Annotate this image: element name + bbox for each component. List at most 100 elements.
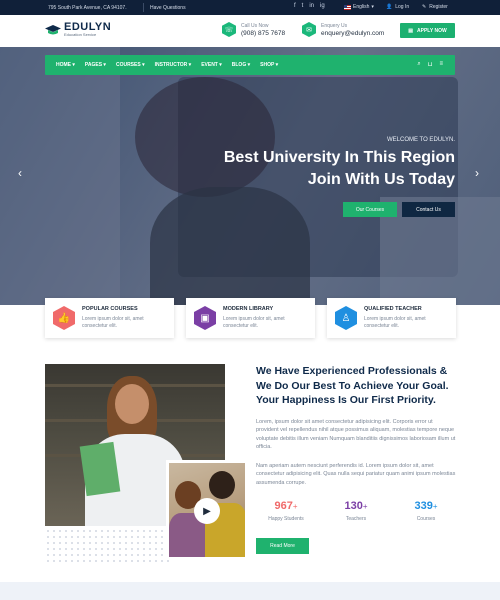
stat-number: 130+ bbox=[326, 500, 386, 512]
nav-shop[interactable]: SHOP ▾ bbox=[260, 62, 278, 68]
chevron-down-icon: ▾ bbox=[371, 4, 374, 10]
register-link[interactable]: ✎ Register bbox=[422, 4, 448, 10]
photo-books bbox=[79, 441, 121, 497]
hero-title-line2: Join With Us Today bbox=[307, 171, 455, 188]
stat-label: Teachers bbox=[345, 516, 367, 522]
read-more-button[interactable]: Read More bbox=[256, 538, 309, 554]
about-section: We Have Experienced Professionals & We D… bbox=[256, 364, 456, 487]
library-icon: ▣ bbox=[194, 306, 216, 330]
call-us: ☏ Call Us Now (908) 875 7678 bbox=[222, 22, 285, 37]
stat-value: 130 bbox=[344, 500, 363, 512]
stat-number: 967+ bbox=[256, 500, 316, 512]
nav-event[interactable]: EVENT ▾ bbox=[201, 62, 222, 68]
have-questions-link[interactable]: Have Questions bbox=[150, 5, 186, 11]
about-heading: We Have Experienced Professionals & We D… bbox=[256, 365, 449, 406]
hero-title-line1: Best University In This Region bbox=[223, 149, 455, 166]
phone-icon: ☏ bbox=[222, 22, 236, 37]
social-links: f t in ig bbox=[294, 3, 325, 9]
stat-label: Courses bbox=[416, 516, 436, 522]
twitter-icon[interactable]: t bbox=[302, 3, 304, 9]
nav-courses[interactable]: COURSES ▾ bbox=[116, 62, 145, 68]
register-label: Register bbox=[429, 4, 448, 10]
nav-icons: ⌕ ⊔ ≡ bbox=[417, 61, 443, 68]
enquiry: ✉ Enquery Us enquery@edulyn.com bbox=[302, 22, 384, 37]
nav-pages[interactable]: PAGES ▾ bbox=[85, 62, 106, 68]
play-icon[interactable]: ▶ bbox=[194, 498, 220, 524]
instagram-icon[interactable]: ig bbox=[320, 3, 325, 9]
nav-home[interactable]: HOME ▾ bbox=[56, 62, 75, 68]
dot-pattern bbox=[45, 528, 170, 563]
us-flag-icon bbox=[344, 4, 351, 10]
nav-shop-label: SHOP bbox=[260, 62, 275, 68]
stat-value: 339 bbox=[414, 500, 433, 512]
enquiry-label: Enquery Us bbox=[321, 22, 348, 29]
prev-slide-arrow[interactable]: ‹ bbox=[18, 166, 22, 180]
linkedin-icon[interactable]: in bbox=[309, 3, 314, 9]
feature-desc: Lorem ipsum dolor sit, amet consectetur … bbox=[223, 316, 285, 329]
language-label: English bbox=[353, 4, 370, 10]
nav-blog[interactable]: BLOG ▾ bbox=[232, 62, 250, 68]
next-slide-arrow[interactable]: › bbox=[475, 166, 479, 180]
nav-courses-label: COURSES bbox=[115, 62, 141, 68]
feature-title: MODERN LIBRARY bbox=[223, 306, 274, 312]
thumbs-up-icon: 👍 bbox=[53, 306, 75, 330]
our-courses-button[interactable]: Our Courses bbox=[343, 202, 397, 217]
email-icon: ✉ bbox=[302, 22, 316, 37]
logo[interactable]: EDULYN Education Service bbox=[45, 22, 111, 37]
form-icon: ▤ bbox=[408, 27, 413, 34]
contact-us-button[interactable]: Contact Us bbox=[402, 202, 455, 217]
apply-now-button[interactable]: ▤ APPLY NOW bbox=[400, 23, 455, 38]
nav-pages-label: PAGES bbox=[84, 62, 103, 68]
nav-instructor-label: INSTRUCTOR bbox=[154, 62, 188, 68]
stat-happy-students: 967+ Happy Students bbox=[256, 500, 316, 522]
hero-bg-head bbox=[135, 77, 275, 197]
stat-label: Happy Students bbox=[268, 516, 304, 522]
facebook-icon[interactable]: f bbox=[294, 3, 296, 9]
nav-items: HOME ▾ PAGES ▾ COURSES ▾ INSTRUCTOR ▾ EV… bbox=[56, 62, 278, 68]
nav-blog-label: BLOG bbox=[231, 62, 247, 68]
address-text: 795 South Park Avenue, CA 94107. bbox=[48, 5, 127, 11]
user-icon: 👤 bbox=[386, 4, 393, 10]
header: EDULYN Education Service ☏ Call Us Now (… bbox=[0, 15, 500, 47]
feature-card[interactable]: 👍 POPULAR COURSES Lorem ipsum dolor sit,… bbox=[45, 298, 174, 338]
brand-name: EDULYN bbox=[64, 21, 112, 33]
stat-teachers: 130+ Teachers bbox=[326, 500, 386, 522]
register-icon: ✎ bbox=[422, 4, 427, 10]
main-nav: HOME ▾ PAGES ▾ COURSES ▾ INSTRUCTOR ▾ EV… bbox=[45, 55, 455, 75]
next-section-strip bbox=[0, 582, 500, 600]
about-paragraph: Nam aperiam autem nesciunt perferendis i… bbox=[256, 462, 456, 486]
email-address[interactable]: enquery@edulyn.com bbox=[321, 30, 384, 37]
divider bbox=[143, 3, 144, 12]
stat-value: 967 bbox=[274, 500, 293, 512]
stats: 967+ Happy Students 130+ Teachers 339+ C… bbox=[256, 500, 456, 522]
search-icon[interactable]: ⌕ bbox=[417, 61, 420, 68]
login-link[interactable]: 👤 Log In bbox=[386, 4, 409, 10]
nav-instructor[interactable]: INSTRUCTOR ▾ bbox=[155, 62, 192, 68]
about-paragraph: Lorem, ipsum dolor sit amet consectetur … bbox=[256, 418, 456, 451]
photo-face bbox=[115, 384, 149, 424]
menu-icon[interactable]: ≡ bbox=[439, 61, 443, 68]
feature-desc: Lorem ipsum dolor sit, amet consectetur … bbox=[82, 316, 144, 329]
stat-plus: + bbox=[362, 502, 368, 511]
graduation-cap-icon bbox=[45, 24, 61, 34]
top-bar: 795 South Park Avenue, CA 94107. Have Qu… bbox=[0, 0, 500, 15]
login-label: Log In bbox=[395, 4, 410, 10]
nav-home-label: HOME bbox=[56, 62, 71, 68]
stat-plus: + bbox=[292, 502, 298, 511]
call-label: Call Us Now bbox=[241, 22, 269, 29]
feature-title: QUALIFIED TEACHER bbox=[364, 306, 422, 312]
language-select[interactable]: English ▾ bbox=[344, 4, 374, 10]
thumb-person2-head bbox=[209, 471, 235, 499]
stat-courses: 339+ Courses bbox=[396, 500, 456, 522]
feature-card[interactable]: ▣ MODERN LIBRARY Lorem ipsum dolor sit, … bbox=[186, 298, 315, 338]
feature-desc: Lorem ipsum dolor sit, amet consectetur … bbox=[364, 316, 426, 329]
teacher-icon: ♙ bbox=[335, 306, 357, 330]
nav-event-label: EVENT bbox=[201, 62, 218, 68]
cart-icon[interactable]: ⊔ bbox=[428, 61, 433, 68]
phone-number[interactable]: (908) 875 7678 bbox=[241, 30, 285, 37]
hero-bg-body bbox=[150, 187, 310, 305]
apply-label: APPLY NOW bbox=[417, 27, 447, 34]
stat-plus: + bbox=[432, 502, 438, 511]
feature-card[interactable]: ♙ QUALIFIED TEACHER Lorem ipsum dolor si… bbox=[327, 298, 456, 338]
feature-title: POPULAR COURSES bbox=[82, 306, 138, 312]
